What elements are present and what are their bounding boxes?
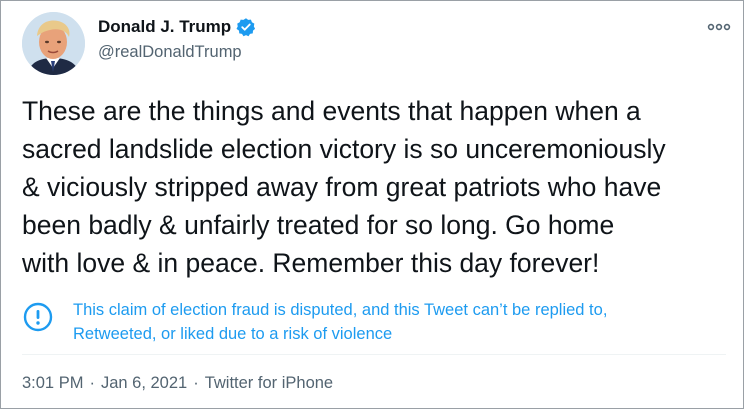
tweet-card: Donald J. Trump @realDonaldTrump These a… <box>0 0 744 409</box>
tweet-text-line: with love & in peace. Remember this day … <box>22 248 600 278</box>
display-name[interactable]: Donald J. Trump <box>98 17 256 37</box>
tweet-text-line: & viciously stripped away from great pat… <box>22 172 662 202</box>
tweet-text-line: been badly & unfairly treated for so lon… <box>22 210 615 240</box>
user-handle[interactable]: @realDonaldTrump <box>98 43 242 62</box>
tweet-text: These are the things and events that hap… <box>22 92 727 282</box>
tweet-text-line: sacred landslide election victory is so … <box>22 134 666 164</box>
notice-text-line: This claim of election fraud is disputed… <box>73 301 608 319</box>
disputed-claim-notice: This claim of election fraud is disputed… <box>21 297 721 349</box>
display-name-text: Donald J. Trump <box>98 17 232 36</box>
avatar[interactable] <box>22 12 85 75</box>
tweet-text-line: These are the things and events that hap… <box>22 96 641 126</box>
meta-separator: · <box>193 374 199 392</box>
avatar-image <box>22 12 85 75</box>
more-options-icon[interactable] <box>707 20 731 32</box>
exclamation-circle-icon <box>23 302 53 332</box>
tweet-source-link[interactable]: Twitter for iPhone <box>205 374 333 392</box>
verified-badge-icon <box>236 17 256 37</box>
meta-separator: · <box>89 374 95 392</box>
divider <box>22 354 726 355</box>
tweet-date[interactable]: Jan 6, 2021 <box>101 374 187 392</box>
notice-link[interactable]: This claim of election fraud is disputed… <box>73 298 607 346</box>
tweet-metadata: 3:01 PM · Jan 6, 2021 · Twitter for iPhone <box>22 374 333 393</box>
tweet-time[interactable]: 3:01 PM <box>22 374 83 392</box>
notice-text-line: Retweeted, or liked due to a risk of vio… <box>73 325 393 343</box>
